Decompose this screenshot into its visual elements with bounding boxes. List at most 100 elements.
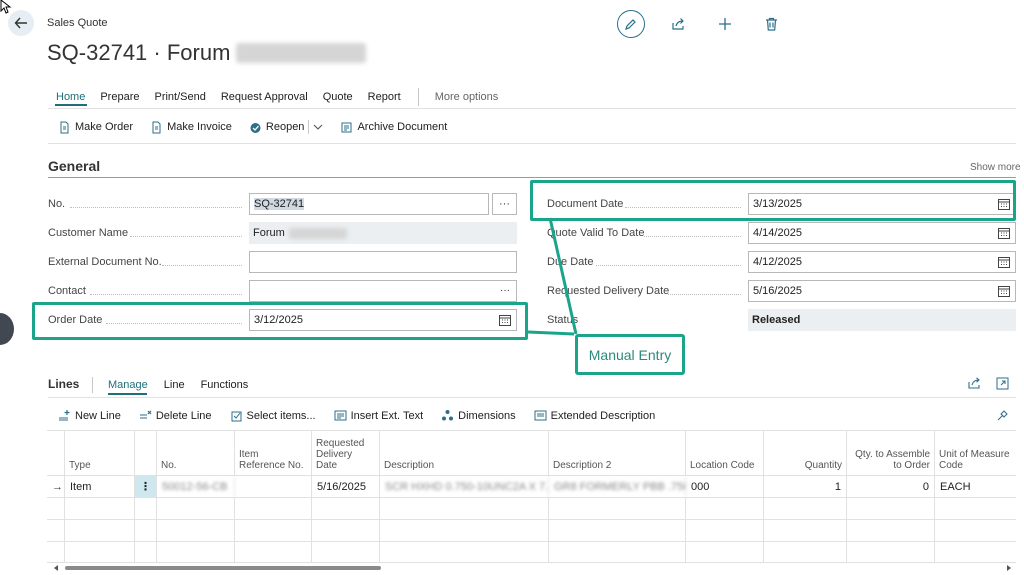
row-menu-button[interactable]: ⋮ bbox=[135, 476, 157, 497]
text-icon bbox=[334, 410, 347, 421]
col-no[interactable]: No. bbox=[157, 431, 235, 475]
col-item-ref[interactable]: Item Reference No. bbox=[235, 431, 312, 475]
horizontal-scrollbar[interactable] bbox=[65, 566, 381, 570]
select-items-button[interactable]: Select items... bbox=[230, 409, 316, 422]
col-qty-assemble[interactable]: Qty. to Assemble to Order bbox=[847, 431, 935, 475]
make-order-button[interactable]: Make Order bbox=[58, 121, 133, 134]
insert-ext-text-button[interactable]: Insert Ext. Text bbox=[334, 409, 423, 422]
action-menu: Home Prepare Print/Send Request Approval… bbox=[56, 88, 498, 106]
external-doc-field[interactable] bbox=[249, 251, 517, 273]
col-location[interactable]: Location Code bbox=[686, 431, 764, 475]
delete-line-button[interactable]: Delete Line bbox=[139, 409, 212, 422]
chevron-down-icon[interactable] bbox=[313, 122, 323, 132]
calendar-icon[interactable] bbox=[998, 227, 1010, 239]
col-quantity[interactable]: Quantity bbox=[764, 431, 847, 475]
general-section-title: General bbox=[48, 158, 101, 174]
menu-more-options[interactable]: More options bbox=[435, 91, 499, 103]
back-button[interactable] bbox=[8, 10, 34, 36]
row-req-date[interactable]: 5/16/2025 bbox=[312, 476, 380, 497]
no-field[interactable]: SQ-32741 bbox=[249, 193, 489, 215]
menu-divider bbox=[48, 108, 1016, 109]
breadcrumb: Sales Quote bbox=[47, 17, 108, 29]
menu-home[interactable]: Home bbox=[56, 91, 85, 103]
row-location[interactable]: 000 bbox=[686, 476, 764, 497]
delete-button[interactable] bbox=[748, 9, 795, 39]
col-description2[interactable]: Description 2 bbox=[549, 431, 686, 475]
table-row[interactable] bbox=[47, 542, 1016, 563]
calendar-icon[interactable] bbox=[998, 256, 1010, 268]
contact-field[interactable]: ··· bbox=[249, 280, 517, 302]
customer-name-value: Forum bbox=[253, 227, 285, 239]
reopen-icon bbox=[250, 122, 261, 133]
order-date-highlight bbox=[32, 302, 528, 340]
row-uom[interactable]: EACH bbox=[935, 476, 1016, 497]
row-description[interactable]: SCR HXHD 0.750-10UNC2A X 7. bbox=[380, 476, 549, 497]
edit-button[interactable] bbox=[607, 9, 654, 39]
table-row[interactable] bbox=[47, 520, 1016, 542]
select-items-icon bbox=[231, 411, 242, 422]
table-row[interactable] bbox=[47, 498, 1016, 520]
general-divider bbox=[48, 177, 1016, 178]
quote-valid-field[interactable]: 4/14/2025 bbox=[748, 222, 1016, 244]
scroll-left-icon[interactable] bbox=[52, 564, 60, 572]
row-no[interactable]: 50012-56-CB bbox=[157, 476, 235, 497]
page-title-text: SQ-32741 · Forum bbox=[47, 40, 231, 65]
col-req-date[interactable]: Requested Delivery Date bbox=[312, 431, 380, 475]
new-line-button[interactable]: New Line bbox=[58, 409, 121, 422]
no-value: SQ-32741 bbox=[254, 198, 305, 210]
leader-dots bbox=[162, 265, 242, 266]
page-title: SQ-32741 · Forum bbox=[47, 40, 367, 66]
requested-delivery-field[interactable]: 5/16/2025 bbox=[748, 280, 1016, 302]
col-description[interactable]: Description bbox=[380, 431, 549, 475]
menu-request-approval[interactable]: Request Approval bbox=[221, 91, 308, 103]
contact-lookup-icon[interactable]: ··· bbox=[500, 285, 510, 296]
show-more-link[interactable]: Show more bbox=[970, 162, 1021, 173]
menu-prepare[interactable]: Prepare bbox=[100, 91, 139, 103]
lines-tab-underline bbox=[108, 393, 147, 395]
lines-tabs: Manage Line Functions bbox=[108, 379, 264, 391]
pencil-icon bbox=[625, 18, 636, 30]
tab-line[interactable]: Line bbox=[164, 379, 185, 391]
row-quantity[interactable]: 1 bbox=[764, 476, 847, 497]
description-icon bbox=[534, 410, 547, 421]
lines-grid: Type No. Item Reference No. Requested De… bbox=[47, 430, 1016, 563]
document-icon bbox=[60, 121, 69, 133]
share-icon bbox=[671, 18, 684, 30]
col-type[interactable]: Type bbox=[65, 431, 135, 475]
expand-icon[interactable] bbox=[996, 377, 1009, 390]
share-button[interactable] bbox=[654, 9, 701, 39]
row-qty-assemble[interactable]: 0 bbox=[847, 476, 935, 497]
make-invoice-button[interactable]: Make Invoice bbox=[150, 121, 232, 134]
dimensions-label: Dimensions bbox=[458, 409, 516, 422]
new-button[interactable] bbox=[701, 9, 748, 39]
dimensions-button[interactable]: Dimensions bbox=[441, 409, 516, 422]
col-uom[interactable]: Unit of Measure Code bbox=[935, 431, 1016, 475]
menu-report[interactable]: Report bbox=[368, 91, 401, 103]
page-toolbar bbox=[607, 9, 795, 39]
menu-quote[interactable]: Quote bbox=[323, 91, 353, 103]
row-item-ref[interactable] bbox=[235, 476, 312, 497]
personalize-icon[interactable] bbox=[996, 409, 1009, 422]
lines-divider bbox=[48, 397, 1016, 398]
make-invoice-label: Make Invoice bbox=[167, 121, 232, 133]
delete-line-label: Delete Line bbox=[155, 409, 212, 422]
menu-print-send[interactable]: Print/Send bbox=[154, 91, 205, 103]
scroll-right-icon[interactable] bbox=[1005, 564, 1013, 572]
extended-description-button[interactable]: Extended Description bbox=[534, 409, 656, 422]
share-icon[interactable] bbox=[967, 377, 981, 390]
tab-manage[interactable]: Manage bbox=[108, 379, 148, 391]
row-type[interactable]: Item bbox=[65, 476, 135, 497]
reopen-button[interactable]: Reopen bbox=[249, 121, 304, 134]
calendar-icon[interactable] bbox=[998, 285, 1010, 297]
table-row[interactable]: → Item ⋮ 50012-56-CB 5/16/2025 SCR HXHD … bbox=[47, 476, 1016, 498]
tab-functions[interactable]: Functions bbox=[201, 379, 249, 391]
archive-document-button[interactable]: Archive Document bbox=[340, 121, 447, 134]
due-date-field[interactable]: 4/12/2025 bbox=[748, 251, 1016, 273]
arrow-left-icon bbox=[14, 17, 27, 29]
row-description2[interactable]: GR8 FORMERLY PBB .750 ... bbox=[549, 476, 686, 497]
menu-separator bbox=[417, 88, 419, 106]
select-items-label: Select items... bbox=[246, 409, 316, 422]
extended-description-label: Extended Description bbox=[550, 409, 656, 422]
contact-label: Contact bbox=[48, 285, 86, 297]
side-handle bbox=[0, 313, 14, 345]
